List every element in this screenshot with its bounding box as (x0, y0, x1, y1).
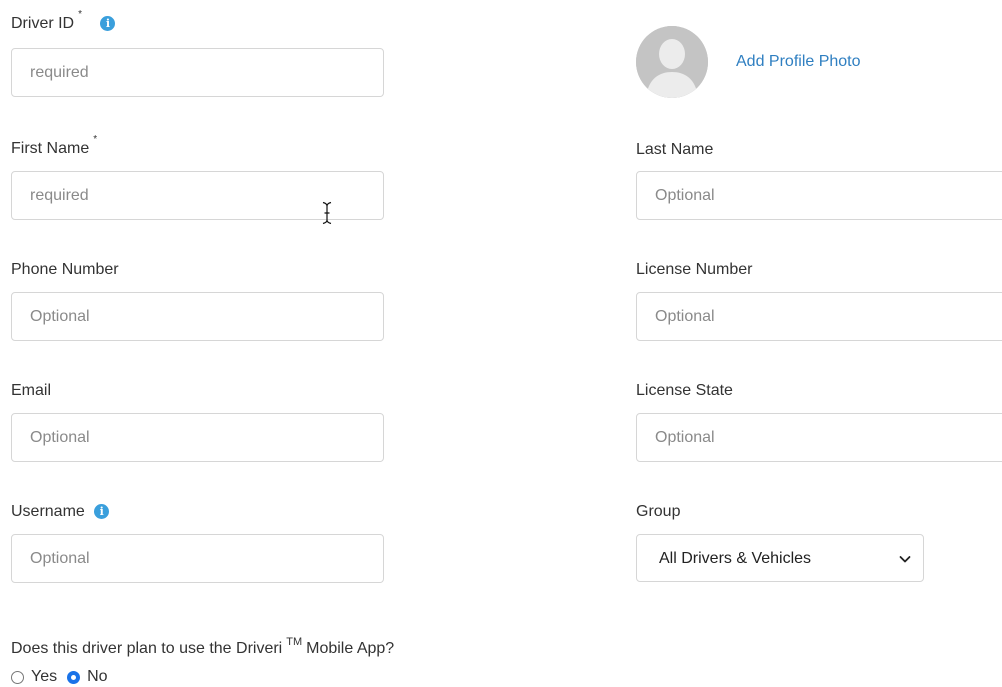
last-name-input[interactable] (636, 171, 1002, 220)
radio-no-label[interactable]: No (87, 667, 107, 687)
trademark-mark: TM (286, 636, 303, 648)
person-silhouette-icon (636, 26, 708, 98)
question-prefix: Does this driver plan to use the Driveri (11, 640, 283, 657)
group-select-value: All Drivers & Vehicles (659, 550, 812, 567)
info-icon[interactable]: i (94, 504, 110, 519)
last-name-label: Last Name (636, 141, 714, 158)
info-icon[interactable]: i (100, 16, 116, 31)
avatar[interactable] (636, 26, 708, 98)
text-cursor-icon (322, 201, 332, 225)
question-suffix: Mobile App? (306, 640, 395, 657)
email-input[interactable] (11, 413, 384, 462)
radio-yes[interactable] (11, 670, 24, 684)
first-name-label: First Name* (11, 134, 97, 161)
driver-id-label: Driver ID* i (11, 9, 116, 36)
required-asterisk: * (93, 134, 98, 145)
driver-id-input[interactable] (11, 48, 384, 97)
license-state-label: License State (636, 382, 733, 399)
license-state-input[interactable] (636, 413, 1002, 462)
group-select[interactable]: All Drivers & Vehicles (636, 534, 924, 582)
email-label: Email (11, 382, 52, 399)
required-asterisk: * (78, 9, 83, 20)
group-label: Group (636, 503, 681, 520)
driver-id-label-text: Driver ID (11, 15, 75, 32)
phone-number-label: Phone Number (11, 261, 119, 278)
username-label-text: Username (11, 503, 85, 520)
radio-no[interactable] (67, 670, 81, 684)
license-number-input[interactable] (636, 292, 1002, 341)
radio-yes-label[interactable]: Yes (31, 667, 57, 687)
username-label: Username i (11, 502, 110, 522)
mobile-app-question: Does this driver plan to use the Driveri… (11, 636, 395, 660)
phone-number-input[interactable] (11, 292, 384, 341)
add-profile-photo-link[interactable]: Add Profile Photo (736, 52, 861, 72)
username-input[interactable] (11, 534, 384, 583)
chevron-down-icon (899, 556, 911, 563)
mobile-app-radio-group: Yes No (11, 667, 118, 687)
license-number-label: License Number (636, 261, 753, 278)
first-name-label-text: First Name (11, 140, 90, 157)
